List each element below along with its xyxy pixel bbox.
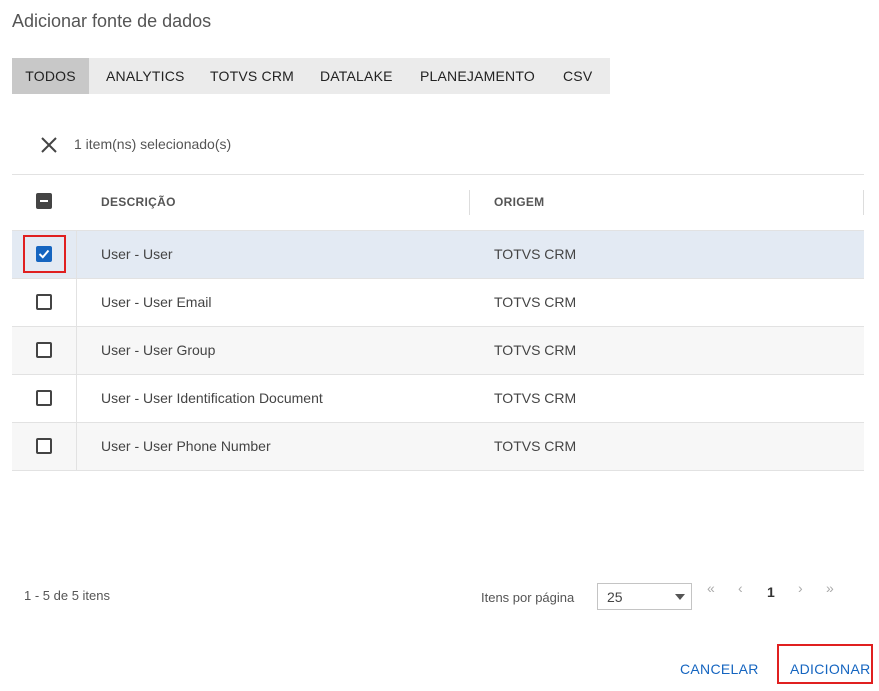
close-icon[interactable] (38, 134, 60, 156)
dropdown-arrow-icon (675, 594, 685, 600)
tab-bar: TODOS ANALYTICS TOTVS CRM DATALAKE PLANE… (12, 58, 610, 94)
row-description: User - User Email (101, 294, 212, 310)
prev-page-button[interactable]: ‹ (738, 580, 743, 596)
highlight-box-checkbox (23, 235, 66, 273)
first-page-button[interactable]: « (707, 580, 715, 596)
table-row[interactable]: User - User Email TOTVS CRM (12, 279, 864, 327)
tab-analytics[interactable]: ANALYTICS (89, 58, 210, 94)
table-header: DESCRIÇÃO ORIGEM (12, 175, 864, 231)
header-description[interactable]: DESCRIÇÃO (101, 175, 176, 230)
cancel-button[interactable]: CANCELAR (680, 661, 759, 677)
row-description: User - User Group (101, 342, 216, 358)
items-per-page-value: 25 (607, 589, 623, 605)
next-page-button[interactable]: › (798, 580, 803, 596)
row-description: User - User Identification Document (101, 390, 323, 406)
current-page[interactable]: 1 (767, 584, 775, 600)
table-row[interactable]: User - User Identification Document TOTV… (12, 375, 864, 423)
row-checkbox[interactable] (36, 294, 52, 310)
row-origin: TOTVS CRM (494, 294, 577, 310)
row-checkbox[interactable] (36, 390, 52, 406)
tab-planejamento[interactable]: PLANEJAMENTO (420, 58, 563, 94)
dialog-title: Adicionar fonte de dados (12, 11, 212, 31)
items-per-page-select[interactable]: 25 (597, 583, 692, 610)
row-checkbox[interactable] (36, 342, 52, 358)
tab-totvs-crm[interactable]: TOTVS CRM (210, 58, 320, 94)
row-origin: TOTVS CRM (494, 390, 577, 406)
selection-count: 1 item(ns) selecionado(s) (74, 136, 232, 152)
row-origin: TOTVS CRM (494, 246, 577, 262)
table-row[interactable]: User - User TOTVS CRM (12, 231, 864, 279)
row-origin: TOTVS CRM (494, 342, 577, 358)
tab-datalake[interactable]: DATALAKE (320, 58, 420, 94)
tab-todos[interactable]: TODOS (12, 58, 89, 94)
column-divider (469, 190, 470, 215)
row-description: User - User Phone Number (101, 438, 271, 454)
row-description: User - User (101, 246, 173, 262)
selection-bar: 1 item(ns) selecionado(s) (12, 122, 864, 175)
row-origin: TOTVS CRM (494, 438, 577, 454)
pagination-range: 1 - 5 de 5 itens (24, 588, 110, 603)
last-page-button[interactable]: » (826, 580, 834, 596)
tab-csv[interactable]: CSV (563, 58, 610, 94)
header-origin[interactable]: ORIGEM (494, 175, 544, 230)
column-divider (863, 190, 864, 215)
row-checkbox[interactable] (36, 438, 52, 454)
table-row[interactable]: User - User Phone Number TOTVS CRM (12, 423, 864, 471)
table-row[interactable]: User - User Group TOTVS CRM (12, 327, 864, 375)
highlight-box-add (777, 644, 873, 684)
items-per-page-label: Itens por página (481, 590, 575, 605)
select-all-checkbox[interactable] (36, 193, 52, 209)
